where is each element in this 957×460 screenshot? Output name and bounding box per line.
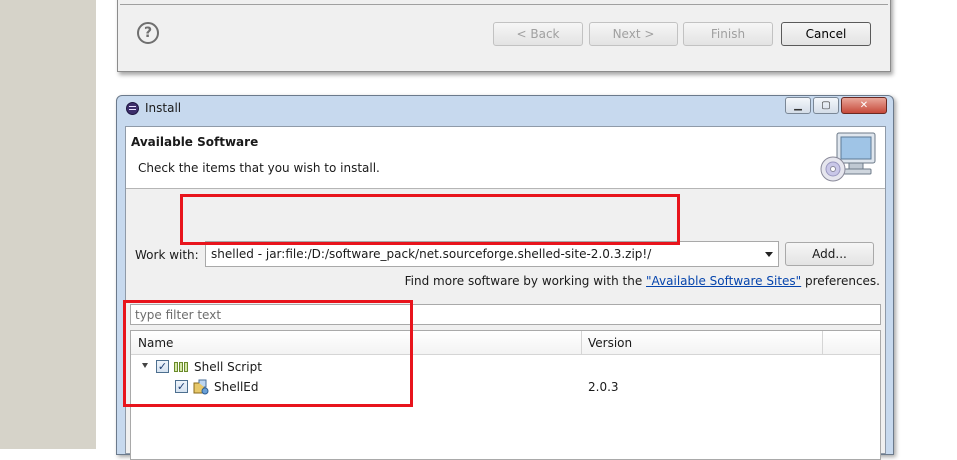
checkbox-shelled[interactable]: ✓ xyxy=(175,380,188,393)
work-with-label: Work with: xyxy=(135,248,199,262)
minimize-button[interactable]: ▁ xyxy=(785,97,811,114)
banner-description: Check the items that you wish to install… xyxy=(138,161,380,175)
item-version: 2.0.3 xyxy=(588,380,619,394)
column-name[interactable]: Name xyxy=(138,336,173,350)
item-label: ShellEd xyxy=(214,380,259,394)
previous-dialog: ? < Back Next > Finish Cancel xyxy=(117,0,891,72)
window-title: Install xyxy=(145,101,182,115)
find-more-suffix: preferences. xyxy=(801,274,880,288)
tree-header: Name Version xyxy=(131,331,880,355)
install-dialog: Install ▁ ▢ ✕ Available Software Check t… xyxy=(116,95,894,460)
eclipse-icon xyxy=(126,102,139,115)
find-more-text: Find more software by working with the "… xyxy=(405,274,880,288)
dialog-content: Available Software Check the items that … xyxy=(125,126,886,460)
maximize-button[interactable]: ▢ xyxy=(813,97,839,114)
next-button[interactable]: Next > xyxy=(589,22,678,46)
software-tree[interactable]: Name Version ✓ Shell Script ✓ ShellEd 2.… xyxy=(130,330,881,460)
separator xyxy=(120,4,888,5)
feature-plugin-icon xyxy=(193,379,209,395)
computer-cd-icon xyxy=(820,132,876,182)
close-button[interactable]: ✕ xyxy=(841,97,887,114)
banner: Available Software Check the items that … xyxy=(126,127,885,189)
column-version[interactable]: Version xyxy=(588,336,632,350)
expand-arrow-icon[interactable] xyxy=(142,363,148,368)
filter-placeholder: type filter text xyxy=(135,308,222,322)
find-more-prefix: Find more software by working with the xyxy=(404,274,647,288)
cancel-button[interactable]: Cancel xyxy=(781,22,871,46)
available-software-sites-link[interactable]: "Available Software Sites" xyxy=(646,274,801,288)
work-with-combo[interactable]: shelled - jar:file:/D:/software_pack/net… xyxy=(205,241,779,267)
item-label: Shell Script xyxy=(194,360,262,374)
checkbox-shell-script[interactable]: ✓ xyxy=(156,360,169,373)
tree-row-shelled[interactable]: ✓ ShellEd 2.0.3 xyxy=(131,377,880,397)
filter-input[interactable]: type filter text xyxy=(130,304,881,325)
help-icon[interactable]: ? xyxy=(137,22,159,44)
finish-button[interactable]: Finish xyxy=(683,22,773,46)
title-bar[interactable]: Install ▁ ▢ ✕ xyxy=(117,96,893,120)
column-divider[interactable] xyxy=(822,331,823,355)
category-icon xyxy=(174,361,190,372)
work-with-value: shelled - jar:file:/D:/software_pack/net… xyxy=(211,247,652,261)
chevron-down-icon[interactable] xyxy=(765,252,773,257)
background-strip xyxy=(0,0,96,449)
tree-row-shell-script[interactable]: ✓ Shell Script xyxy=(131,357,880,377)
banner-title: Available Software xyxy=(131,135,259,149)
back-button[interactable]: < Back xyxy=(493,22,583,46)
column-divider[interactable] xyxy=(581,331,582,355)
add-button[interactable]: Add... xyxy=(785,242,874,266)
